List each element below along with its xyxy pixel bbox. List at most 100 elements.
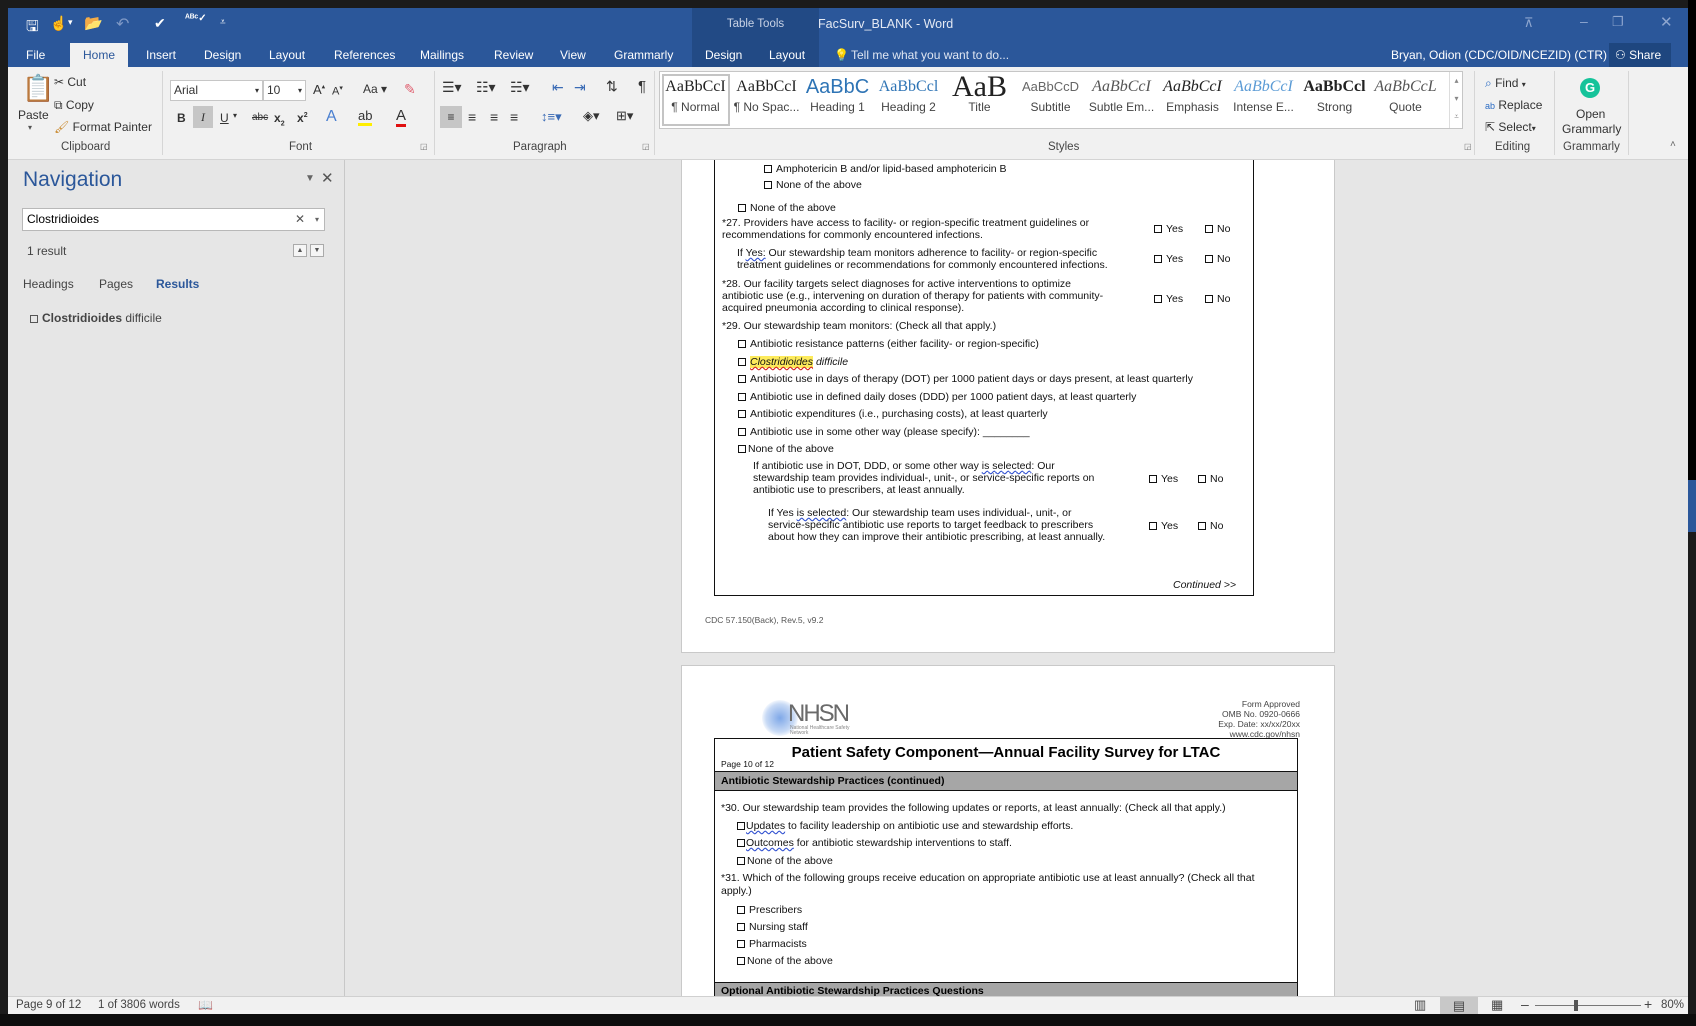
tab-references[interactable]: References	[334, 43, 395, 67]
tab-review[interactable]: Review	[494, 43, 533, 67]
grow-font-icon[interactable]: A▴	[313, 82, 325, 97]
style-heading-2[interactable]: AaBbCcl Heading 2	[873, 72, 944, 124]
web-layout-icon[interactable]: ▦	[1491, 997, 1503, 1013]
restore-icon[interactable]: ❐	[1612, 14, 1624, 30]
grammarly-icon[interactable]: G	[1580, 78, 1600, 98]
chevron-down-icon[interactable]: ▾	[315, 209, 319, 230]
copy-button[interactable]: ⧉ Copy	[54, 98, 94, 113]
read-mode-icon[interactable]: ▥	[1414, 997, 1426, 1013]
zoom-slider[interactable]	[1535, 1005, 1641, 1006]
tab-table-design[interactable]: Design	[705, 43, 742, 67]
tab-pages[interactable]: Pages	[99, 277, 133, 291]
ribbon-display-options-icon[interactable]: ⊼	[1524, 15, 1534, 31]
styles-scroll[interactable]: ▴ ▾ ⩡	[1449, 72, 1463, 128]
dialog-launcher-icon[interactable]: ◲	[642, 142, 650, 151]
font-name-combo[interactable]: Arial ▾	[170, 80, 263, 101]
line-spacing-icon[interactable]: ↕≡▾	[541, 109, 562, 125]
tab-design[interactable]: Design	[204, 43, 241, 67]
style-subtle-emphasis[interactable]: AaBbCcI Subtle Em...	[1086, 72, 1157, 124]
increase-indent-icon[interactable]: ⇥	[574, 79, 586, 96]
zoom-in-icon[interactable]: +	[1644, 996, 1652, 1012]
shading-icon[interactable]: ◈▾	[583, 108, 600, 124]
style-emphasis[interactable]: AaBbCcI Emphasis	[1157, 72, 1228, 124]
tab-view[interactable]: View	[560, 43, 586, 67]
document-area[interactable]: Amphotericin B and/or lipid-based amphot…	[346, 160, 1688, 996]
font-color-icon[interactable]: A	[396, 107, 407, 127]
tab-results[interactable]: Results	[156, 277, 199, 291]
numbering-icon[interactable]: ☷▾	[476, 79, 496, 96]
decrease-indent-icon[interactable]: ⇤	[552, 79, 564, 96]
center-icon[interactable]: ≡	[468, 109, 476, 125]
align-right-icon[interactable]: ≡	[490, 109, 498, 125]
next-result-icon[interactable]: ▼	[310, 244, 324, 257]
zoom-slider-thumb[interactable]	[1574, 1000, 1579, 1011]
clear-formatting-icon[interactable]: ✎	[404, 81, 416, 98]
clear-search-icon[interactable]: ✕	[295, 209, 305, 230]
previous-result-icon[interactable]: ▲	[293, 244, 307, 257]
align-left-icon[interactable]: ≡	[440, 106, 462, 128]
word-count[interactable]: 1 of 3806 words	[98, 999, 180, 1011]
proofing-icon[interactable]: 📖	[198, 998, 213, 1012]
change-case-button[interactable]: Aa ▾	[363, 82, 387, 96]
chevron-down-icon[interactable]: ▾	[28, 123, 32, 132]
find-button[interactable]: ⌕ Find ▾	[1485, 76, 1526, 91]
tab-headings[interactable]: Headings	[23, 277, 74, 291]
chevron-down-icon[interactable]: ▾	[233, 111, 237, 120]
share-button[interactable]: ⚇ Share	[1609, 43, 1671, 67]
italic-icon[interactable]: I	[193, 106, 213, 128]
font-size-combo[interactable]: 10 ▾	[263, 80, 306, 101]
justify-icon[interactable]: ≡	[510, 109, 518, 125]
style-strong[interactable]: AaBbCcl Strong	[1299, 72, 1370, 124]
print-layout-icon[interactable]: ▤	[1440, 997, 1478, 1014]
format-painter-button[interactable]: 🖌 Format Painter	[54, 120, 152, 134]
subscript-icon[interactable]: x2	[274, 111, 285, 127]
superscript-icon[interactable]: x2	[297, 111, 308, 125]
highlight-color-icon[interactable]: ab	[358, 108, 373, 126]
zoom-level[interactable]: 80%	[1661, 999, 1684, 1011]
collapse-ribbon-icon[interactable]: ˄	[1670, 139, 1676, 150]
dialog-launcher-icon[interactable]: ◲	[420, 142, 428, 151]
dialog-launcher-icon[interactable]: ◲	[1464, 142, 1472, 151]
bullets-icon[interactable]: ☰▾	[442, 79, 462, 96]
page-indicator[interactable]: Page 9 of 12	[16, 999, 81, 1011]
tab-insert[interactable]: Insert	[146, 43, 176, 67]
open-grammarly-line1[interactable]: Open	[1576, 107, 1605, 121]
strikethrough-icon[interactable]: abc	[252, 112, 268, 123]
show-formatting-icon[interactable]: ¶	[638, 78, 646, 95]
sort-icon[interactable]: ⇅	[606, 78, 618, 95]
cut-button[interactable]: ✂ Cut	[54, 75, 86, 89]
zoom-out-icon[interactable]: –	[1521, 996, 1529, 1012]
style-heading-1[interactable]: AaBbC Heading 1	[802, 72, 873, 124]
tab-table-layout[interactable]: Layout	[769, 43, 805, 67]
user-name[interactable]: Bryan, Odion (CDC/OID/NCEZID) (CTR)	[1391, 43, 1607, 67]
minimize-icon[interactable]: –	[1580, 13, 1588, 29]
tab-file[interactable]: File	[26, 43, 45, 67]
bold-icon[interactable]: B	[177, 111, 186, 125]
borders-icon[interactable]: ⊞▾	[616, 108, 633, 124]
tab-mailings[interactable]: Mailings	[420, 43, 464, 67]
multilevel-list-icon[interactable]: ☵▾	[510, 79, 530, 96]
search-document-input[interactable]: Clostridioides ✕ ▾	[22, 208, 325, 231]
search-result-item[interactable]: Clostridioides difficile	[30, 311, 162, 325]
style-quote[interactable]: AaBbCcL Quote	[1370, 72, 1441, 124]
style-subtitle[interactable]: AaBbCcD Subtitle	[1015, 72, 1086, 124]
open-grammarly-line2[interactable]: Grammarly	[1562, 122, 1621, 136]
tell-me-input[interactable]: Tell me what you want to do...	[851, 43, 1009, 67]
pane-options-icon[interactable]: ▼	[305, 173, 315, 184]
underline-icon[interactable]: U	[220, 111, 229, 125]
style-title[interactable]: AaB Title	[944, 72, 1015, 124]
tab-layout[interactable]: Layout	[269, 43, 305, 67]
text-effects-icon[interactable]: A	[326, 108, 337, 126]
close-pane-icon[interactable]: ✕	[321, 169, 334, 187]
paste-button[interactable]: Paste	[18, 108, 49, 122]
style-normal[interactable]: AaBbCcI ¶ Normal	[660, 72, 731, 124]
select-button[interactable]: ⇱ Select▾	[1485, 120, 1536, 134]
tab-home[interactable]: Home	[70, 43, 129, 67]
style-intense-emphasis[interactable]: AaBbCcI Intense E...	[1228, 72, 1299, 124]
close-icon[interactable]: ✕	[1660, 13, 1673, 31]
style-no-spacing[interactable]: AaBbCcI ¶ No Spac...	[731, 72, 802, 124]
shrink-font-icon[interactable]: A▾	[332, 84, 343, 98]
paste-icon[interactable]: 📋	[22, 73, 54, 104]
replace-button[interactable]: ab Replace	[1485, 98, 1542, 112]
tab-grammarly[interactable]: Grammarly	[614, 43, 673, 67]
